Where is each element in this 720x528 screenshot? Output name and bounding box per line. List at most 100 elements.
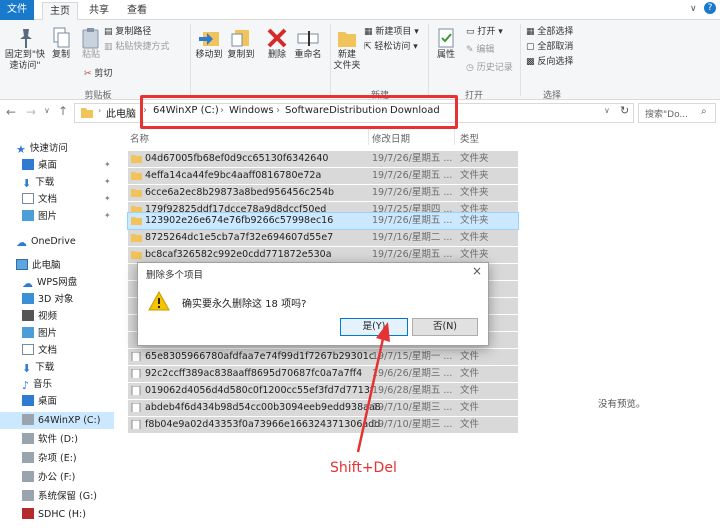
file-icon [131, 369, 141, 378]
nav-quick-access[interactable]: ★ 快速访问 [16, 140, 68, 157]
list-item-selected[interactable]: 123902e26e674e76fb9266c57998ec16 19/7/26/… [127, 212, 519, 230]
copy-to-button[interactable]: 复制到 [226, 26, 256, 61]
collapse-ribbon-icon[interactable]: ∨ [690, 4, 697, 14]
up-arrow-icon[interactable]: ↑ [58, 104, 68, 118]
nav-pc-item-selected[interactable]: 64WinXP (C:) [0, 412, 114, 429]
copy-button[interactable]: 复制 [48, 26, 74, 61]
nav-pc-item[interactable]: 软件 (D:) [22, 431, 78, 448]
list-item[interactable]: 019062d4056d4d580c0f1200cc55ef3fd7d7713f… [128, 383, 518, 399]
copy-path-button[interactable]: ▤ 复制路径 [104, 26, 151, 39]
breadcrumb-this-pc[interactable]: 此电脑 [106, 105, 136, 120]
no-button[interactable]: 否(N) [412, 318, 478, 336]
nav-pc-item[interactable]: ♪ 音乐 [22, 376, 52, 393]
list-item[interactable]: 92c2ccff389ac838aaff8695d70687fc0a7a7ff4… [128, 366, 518, 382]
drive-icon [22, 490, 34, 501]
tab-share[interactable]: 共享 [82, 2, 116, 20]
history-button[interactable]: ◷ 历史记录 [466, 62, 513, 75]
nav-item-label: 桌面 [38, 160, 58, 171]
nav-pc-item[interactable]: ⬇ 下载 [22, 359, 54, 376]
easy-access-button[interactable]: ⇱ 轻松访问 ▾ [364, 41, 418, 54]
nav-pc-item[interactable]: SDHC (H:) [22, 506, 86, 523]
new-item-button[interactable]: ▦ 新建项目 ▾ [364, 26, 419, 39]
nav-item-pictures[interactable]: 图片 [22, 208, 57, 225]
item-type: 文件 [460, 351, 480, 362]
nav-item-desktop[interactable]: 桌面 [22, 157, 57, 174]
nav-pc-item[interactable]: 3D 对象 [22, 291, 73, 308]
ribbon-separator [190, 24, 191, 96]
address-dropdown-icon[interactable]: ∨ [604, 106, 610, 115]
list-item[interactable]: 4effa14ca44fe9bc4aaff0816780e72a 19/7/26/… [128, 168, 518, 184]
rename-button[interactable]: 重命名 [290, 26, 326, 61]
edit-button[interactable]: ✎ 编辑 [466, 44, 494, 57]
nav-pc-item[interactable]: 杂项 (E:) [22, 450, 77, 467]
item-name: 019062d4056d4d580c0f1200cc55ef3fd7d7713f [145, 385, 374, 396]
ribbon-separator [428, 24, 429, 96]
nav-item-label: 杂项 (E:) [38, 453, 77, 464]
paste-button[interactable]: 粘贴 [78, 26, 104, 61]
column-header: 名称 修改日期 类型 [128, 129, 518, 145]
delete-x-icon [267, 28, 287, 48]
file-icon [131, 403, 141, 412]
tab-home[interactable]: 主页 [42, 2, 78, 20]
column-name[interactable]: 名称 [130, 131, 149, 145]
new-folder-button[interactable]: 新建 文件夹 [332, 26, 362, 72]
close-icon[interactable]: × [472, 264, 482, 278]
nav-pc-item[interactable]: 视频 [22, 308, 57, 325]
select-none-label: 全部取消 [537, 42, 574, 52]
list-item[interactable]: 8725264dc1e5cb7a7f32e694607d55e7 19/7/16/… [128, 230, 518, 246]
move-to-label: 移动到 [195, 50, 223, 60]
forward-arrow-icon[interactable]: → [26, 105, 36, 119]
pin-icon[interactable]: ✦ [104, 211, 111, 220]
search-icon[interactable]: ⌕ [701, 106, 707, 117]
list-item[interactable]: 04d67005fb68ef0d9cc65130f6342640 19/7/26/… [128, 151, 518, 167]
nav-item-documents[interactable]: 文档 [22, 191, 57, 208]
refresh-icon[interactable]: ↻ [620, 104, 629, 117]
column-divider[interactable] [368, 129, 369, 145]
pin-icon[interactable]: ✦ [104, 160, 111, 169]
cut-button[interactable]: ✂ 剪切 [84, 68, 112, 81]
pin-icon[interactable]: ✦ [104, 194, 111, 203]
file-explorer-window: 文件 主页 共享 查看 ∨ ? 固定到"快 速访问" 复制 粘贴 ▤ 复制路径 … [0, 0, 720, 528]
help-icon[interactable]: ? [704, 2, 716, 14]
select-none-icon: ▢ [526, 42, 538, 52]
list-item[interactable]: abdeb4f6d434b98d54cc00b3094eeb9edd938aa8… [128, 400, 518, 416]
nav-this-pc[interactable]: 此电脑 [16, 257, 61, 274]
nav-pc-item[interactable]: 文档 [22, 342, 57, 359]
invert-selection-button[interactable]: ▩ 反向选择 [526, 56, 573, 69]
column-type[interactable]: 类型 [460, 131, 479, 145]
properties-button[interactable]: 属性 [432, 26, 460, 61]
nav-pc-item[interactable]: 办公 (F:) [22, 469, 75, 486]
select-all-button[interactable]: ▦ 全部选择 [526, 26, 573, 39]
nav-item-downloads[interactable]: ⬇ 下载 [22, 174, 54, 191]
nav-pc-item[interactable]: 图片 [22, 325, 57, 342]
move-to-button[interactable]: 移动到 [194, 26, 224, 61]
nav-pc-item[interactable]: 桌面 [22, 393, 57, 410]
recent-chevron-icon[interactable]: ∨ [44, 106, 50, 115]
tab-file[interactable]: 文件 [0, 0, 34, 20]
back-arrow-icon[interactable]: ← [6, 105, 16, 119]
delete-button[interactable]: 删除 [264, 26, 290, 61]
list-item[interactable]: 6cce6a2ec8b29873a8bed956456c254b 19/7/26/… [128, 185, 518, 201]
select-none-button[interactable]: ▢ 全部取消 [526, 41, 573, 54]
list-item[interactable]: 65e8305966780afdfaa7e74f99d1f7267b29301c… [128, 349, 518, 365]
pin-icon[interactable]: ✦ [104, 177, 111, 186]
computer-icon [16, 259, 28, 270]
cube-icon [22, 293, 34, 304]
list-item[interactable]: bc8caf326582c992e0cdd771872e530a 19/7/26/… [128, 247, 518, 263]
nav-pc-item[interactable]: 系统保留 (G:) [22, 488, 97, 505]
item-name: f8b04e9a02d43353f0a73966e166324371306add [145, 419, 381, 430]
search-box[interactable]: 搜索"Do... ⌕ [638, 103, 716, 123]
column-date[interactable]: 修改日期 [372, 131, 410, 145]
nav-onedrive[interactable]: ☁ OneDrive [16, 233, 76, 250]
paste-shortcut-button[interactable]: ▥ 粘贴快捷方式 [104, 41, 169, 54]
nav-pc-item[interactable]: ☁ WPS网盘 [22, 274, 77, 291]
nav-item-label: 软件 (D:) [38, 434, 78, 445]
open-button[interactable]: ▭ 打开 ▾ [466, 26, 503, 39]
search-placeholder: 搜索"Do... [645, 110, 689, 120]
list-item[interactable]: f8b04e9a02d43353f0a73966e166324371306add… [128, 417, 518, 433]
copy-path-label: 复制路径 [115, 27, 152, 37]
item-name: 8725264dc1e5cb7a7f32e694607d55e7 [145, 232, 334, 243]
column-divider[interactable] [454, 129, 455, 145]
tab-view[interactable]: 查看 [120, 2, 154, 20]
pin-quick-access-button[interactable]: 固定到"快 速访问" [4, 26, 46, 72]
